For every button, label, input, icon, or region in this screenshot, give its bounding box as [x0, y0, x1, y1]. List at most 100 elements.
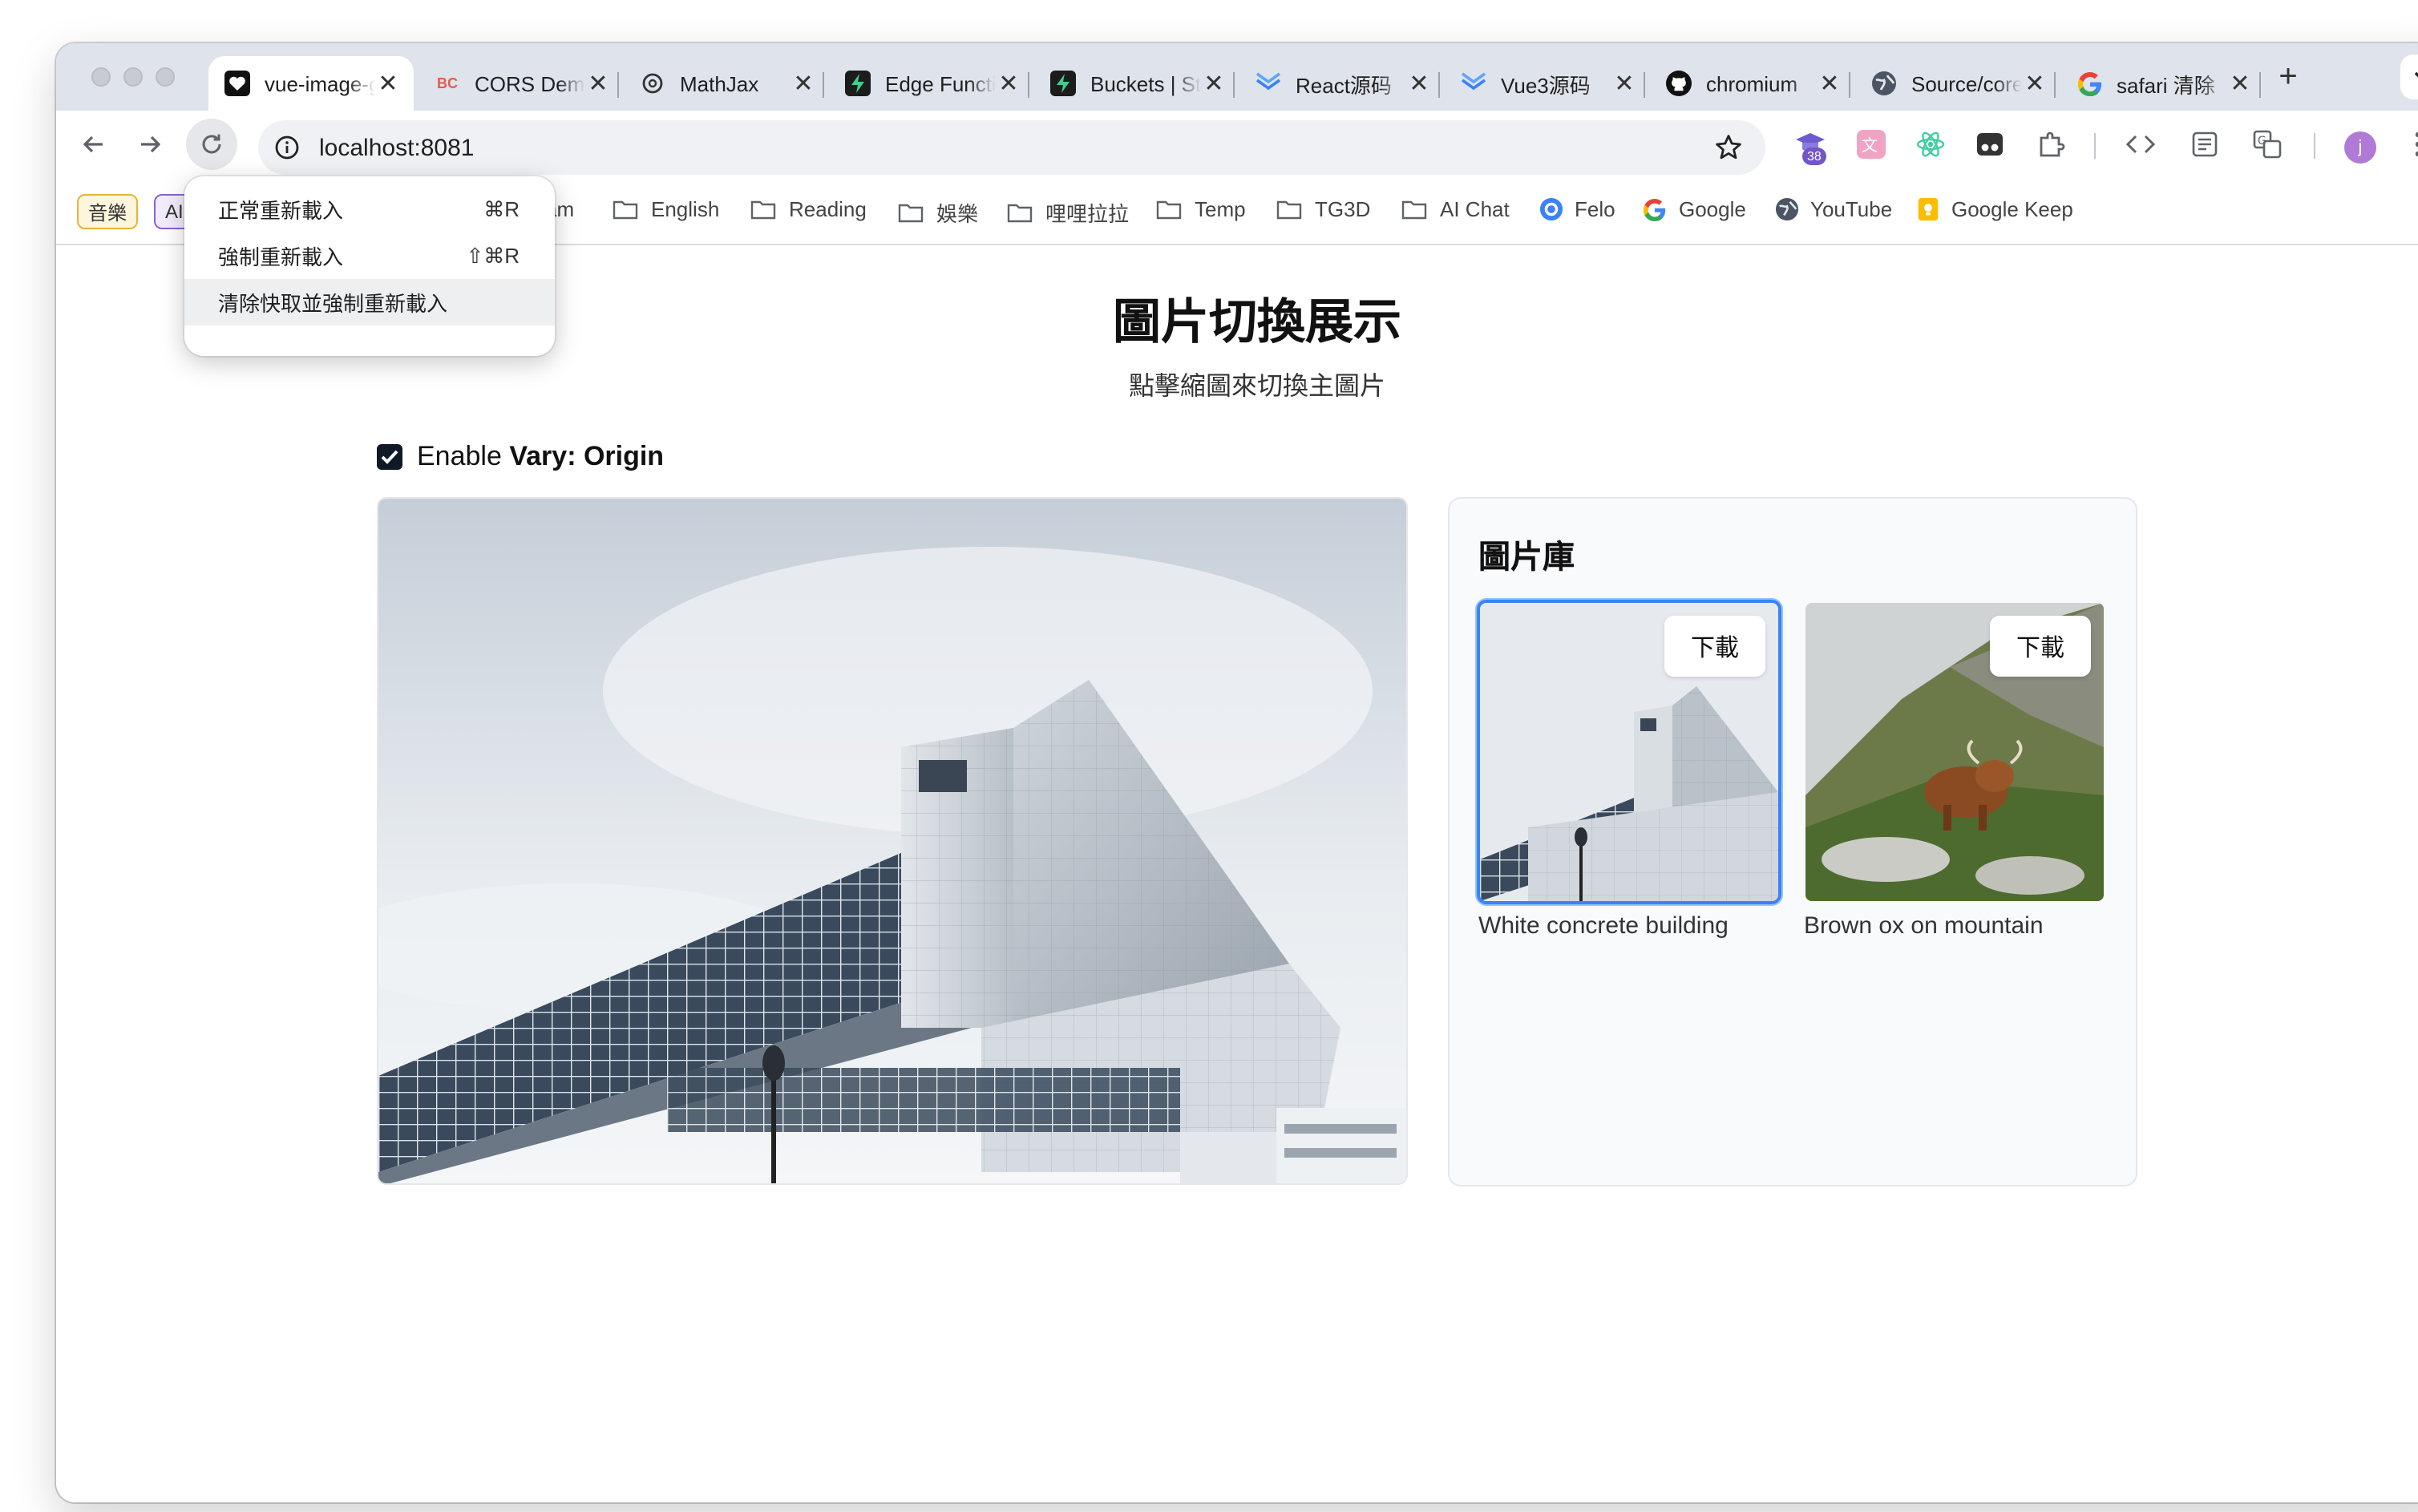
bookmark-chip-music[interactable]: 音樂 [77, 194, 139, 229]
minimize-window-button[interactable] [123, 67, 143, 87]
folder-icon [613, 200, 638, 219]
new-tab-button[interactable]: + [2269, 59, 2307, 96]
folder-icon [1401, 200, 1427, 219]
bolt-icon [1050, 71, 1076, 96]
google-icon [1644, 198, 1666, 220]
close-tab-icon[interactable]: ✕ [2227, 69, 2253, 98]
keep-icon [1918, 197, 1939, 221]
url-text[interactable]: localhost:8081 [319, 134, 475, 161]
extension-badge: 38 [1802, 148, 1826, 165]
toolbar: localhost:8081 文 G [56, 111, 2418, 178]
reload-context-menu: 正常重新載入 ⌘R 強制重新載入 ⇧⌘R 清除快取並強制重新載入 [184, 176, 555, 356]
tab-chromium[interactable]: chromium ✕ [1650, 56, 1855, 111]
chevron-down-icon [2414, 71, 2418, 78]
tab-safari-clear[interactable]: safari 清除 ✕ [2060, 56, 2266, 111]
tab-source-core[interactable]: Source/core ✕ [1855, 56, 2060, 111]
download-button[interactable]: 下載 [1664, 616, 1765, 677]
more-menu-icon[interactable] [2402, 128, 2418, 160]
tab-search-button[interactable] [2400, 55, 2418, 99]
tab-vue3-source[interactable]: Vue3源码 ✕ [1445, 56, 1650, 111]
close-tab-icon[interactable]: ✕ [585, 69, 611, 98]
tab-react-source[interactable]: React源码 ✕ [1239, 56, 1445, 111]
devtools-code-icon[interactable] [2125, 128, 2157, 160]
toolbar-separator [2094, 133, 2096, 159]
tab-separator [2259, 72, 2261, 98]
site-info-icon[interactable] [274, 135, 300, 160]
forward-button[interactable] [125, 119, 176, 170]
bookmark-folder-misc[interactable]: 哩哩拉拉 [1007, 197, 1129, 228]
bookmark-folder-tg3d[interactable]: TG3D [1276, 197, 1370, 221]
tab-title: safari 清除 [2117, 73, 2215, 97]
bookmark-link-google[interactable]: Google [1644, 197, 1746, 221]
tab-separator [2054, 72, 2056, 98]
svg-text:文: 文 [1862, 135, 1878, 155]
reload-button[interactable] [186, 119, 237, 170]
profile-avatar[interactable]: j [2344, 131, 2376, 164]
extensions-puzzle-icon[interactable] [2035, 128, 2067, 160]
menu-item-empty-cache-hard-reload[interactable]: 清除快取並強制重新載入 [184, 279, 555, 325]
bookmark-folder-ai-chat[interactable]: AI Chat [1401, 197, 1510, 221]
reading-list-icon[interactable] [2189, 128, 2221, 160]
zoom-window-button[interactable] [156, 67, 175, 87]
folder-icon [1276, 200, 1302, 219]
main-image [377, 497, 1408, 1185]
tab-buckets[interactable]: Buckets | Storage ✕ [1034, 56, 1239, 111]
menu-item-normal-reload[interactable]: 正常重新載入 ⌘R [184, 186, 555, 232]
close-window-button[interactable] [91, 67, 111, 87]
translate-page-icon[interactable]: G [2251, 128, 2283, 160]
close-tab-icon[interactable]: ✕ [375, 69, 401, 98]
thumbnail-caption: Brown ox on mountain [1804, 912, 2044, 940]
menu-item-label: 清除快取並強制重新載入 [218, 292, 448, 316]
address-bar[interactable]: localhost:8081 [258, 120, 1765, 175]
reload-icon [202, 134, 221, 154]
vary-origin-toggle[interactable]: Enable Vary: Origin [377, 441, 664, 473]
tab-vue-image[interactable]: vue-image-gallery ✕ [208, 56, 414, 111]
bookmark-folder-english[interactable]: English [613, 197, 719, 221]
vary-label-prefix: Enable [417, 441, 510, 471]
svg-text:G: G [2258, 135, 2266, 148]
close-tab-icon[interactable]: ✕ [1817, 69, 1842, 98]
back-button[interactable] [67, 119, 119, 170]
tab-separator [1644, 72, 1645, 98]
close-tab-icon[interactable]: ✕ [2022, 69, 2048, 98]
close-tab-icon[interactable]: ✕ [996, 69, 1021, 98]
tab-title: Edge Functions [885, 71, 996, 95]
bookmark-folder-temp[interactable]: Temp [1156, 197, 1246, 221]
bookmark-link-google-keep[interactable]: Google Keep [1916, 197, 2073, 221]
bookmark-link-youtube[interactable]: YouTube [1775, 197, 1892, 221]
tab-separator [1028, 72, 1029, 98]
thumbnail-ox[interactable]: 下載 [1802, 600, 2107, 904]
tab-separator [1438, 72, 1440, 98]
close-tab-icon[interactable]: ✕ [790, 69, 816, 98]
bookmark-star-icon[interactable] [1714, 133, 1743, 162]
tab-separator [1849, 72, 1850, 98]
gallery-panel: 圖片庫 下載 White concrete building 下載 Brown … [1448, 497, 2137, 1187]
tab-title: MathJax [680, 71, 759, 95]
extension-translate-icon[interactable]: 文 [1855, 128, 1887, 160]
tab-mathjax[interactable]: MathJax ✕ [624, 56, 829, 111]
tab-edge-functions[interactable]: Edge Functions ✕ [829, 56, 1034, 111]
extension-react-icon[interactable] [1915, 128, 1947, 160]
tab-separator [823, 72, 824, 98]
felo-icon [1539, 197, 1563, 221]
menu-item-shortcut: ⌘R [483, 196, 520, 220]
bookmark-label: Felo [1575, 197, 1615, 221]
menu-item-hard-reload[interactable]: 強制重新載入 ⇧⌘R [184, 232, 555, 279]
close-tab-icon[interactable]: ✕ [1201, 69, 1227, 98]
bookmark-folder-reading[interactable]: Reading [750, 197, 867, 221]
download-button[interactable]: 下載 [1990, 616, 2091, 677]
close-tab-icon[interactable]: ✕ [1406, 69, 1432, 98]
bookmark-folder-entertainment[interactable]: 娛樂 [898, 197, 978, 228]
globe-icon [1871, 71, 1897, 96]
bookmark-label: 娛樂 [936, 202, 979, 226]
tab-cors-demo[interactable]: BC CORS Demo ✕ [418, 56, 624, 111]
thumbnail-building[interactable]: 下載 [1477, 600, 1781, 904]
tab-separator [1233, 72, 1235, 98]
vary-origin-checkbox[interactable] [377, 444, 402, 470]
close-tab-icon[interactable]: ✕ [1611, 69, 1637, 98]
bookmark-link-felo[interactable]: Felo [1539, 197, 1615, 221]
folder-icon [898, 203, 924, 222]
page-subtitle: 點擊縮圖來切換主圖片 [1128, 374, 1385, 401]
extension-incognito-icon[interactable] [1974, 128, 2006, 160]
openai-icon [640, 71, 665, 96]
